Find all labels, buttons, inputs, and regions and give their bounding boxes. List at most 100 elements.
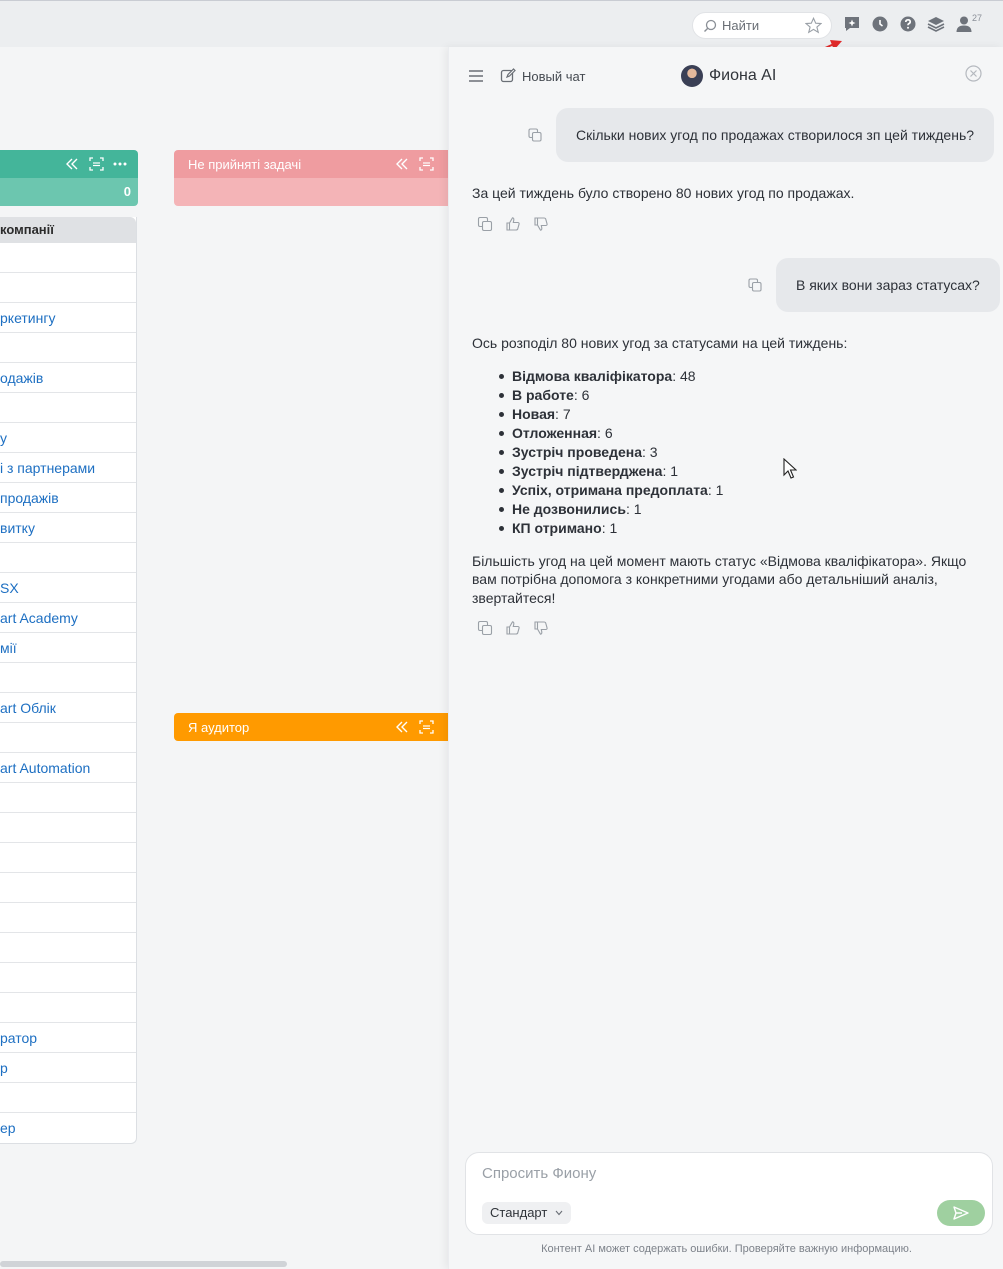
notification-count: 27 (972, 13, 983, 23)
table-row[interactable]: мії (0, 633, 136, 663)
column-counter (174, 178, 448, 206)
thumbs-down-icon[interactable] (533, 216, 549, 232)
status-count: : 7 (555, 405, 571, 422)
table-row[interactable]: SX (0, 573, 136, 603)
focus-icon[interactable] (419, 156, 434, 172)
thumbs-down-icon[interactable] (533, 620, 549, 636)
copy-icon[interactable] (528, 128, 542, 142)
status-count: : 1 (601, 519, 618, 536)
menu-icon[interactable] (468, 69, 484, 83)
column-title: Не прийняті задачі (188, 157, 302, 172)
table-row[interactable]: ер (0, 1113, 136, 1143)
focus-icon[interactable] (419, 719, 434, 735)
copy-icon[interactable] (477, 620, 493, 636)
table-row[interactable] (0, 783, 136, 813)
status-count: : 1 (662, 462, 679, 479)
table-row[interactable] (0, 933, 136, 963)
top-bar: Найти 27 (0, 0, 1003, 47)
status-count: : 48 (672, 367, 696, 384)
clock-icon[interactable] (871, 15, 889, 33)
status-label: Отложенная (512, 424, 598, 441)
thumbs-up-icon[interactable] (505, 620, 521, 636)
column-count: 0 (123, 184, 131, 199)
table-row[interactable] (0, 843, 136, 873)
table-row[interactable] (0, 333, 136, 363)
status-item: Відмова кваліфікатора: 48 (472, 367, 972, 386)
table-row[interactable] (0, 1083, 136, 1113)
mode-select[interactable]: Стандарт (482, 1202, 572, 1224)
status-item: Новая: 7 (472, 405, 972, 424)
table-row[interactable]: у (0, 423, 136, 453)
table-row[interactable]: одажів (0, 363, 136, 393)
copy-icon[interactable] (748, 278, 762, 292)
column-header-green (0, 150, 138, 178)
chat-input[interactable]: Спросить Фиону (482, 1165, 596, 1182)
table-row[interactable] (0, 813, 136, 843)
status-count: : 1 (625, 500, 642, 517)
mouse-cursor-icon (783, 458, 797, 479)
table-row[interactable] (0, 273, 136, 303)
status-label: Новая (512, 405, 556, 422)
user-message: В яких вони зараз статусах? (776, 258, 1000, 312)
status-item: Зустріч проведена: 3 (472, 443, 972, 462)
table-row[interactable]: ратор (0, 1023, 136, 1053)
status-item: Не дозвонились: 1 (472, 500, 972, 519)
table-row[interactable] (0, 873, 136, 903)
chevron-down-icon (555, 1210, 563, 1216)
collapse-icon[interactable] (65, 156, 79, 172)
help-icon[interactable] (899, 15, 917, 33)
table-row[interactable] (0, 393, 136, 423)
close-icon[interactable] (965, 65, 982, 82)
horizontal-scrollbar[interactable] (0, 1261, 287, 1267)
focus-icon[interactable] (89, 156, 104, 172)
mode-label: Стандарт (490, 1205, 548, 1220)
send-icon (953, 1206, 969, 1220)
table-row[interactable]: витку (0, 513, 136, 543)
collapse-icon[interactable] (395, 719, 409, 735)
table-row[interactable] (0, 963, 136, 993)
collapse-icon[interactable] (395, 156, 409, 172)
table-header: компанії (0, 217, 136, 243)
layers-icon[interactable] (927, 15, 945, 33)
table-row[interactable]: продажів (0, 483, 136, 513)
send-button[interactable] (937, 1200, 985, 1226)
assistant-message: Ось розподіл 80 нових угод за статусами … (472, 334, 972, 607)
status-item: КП отримано: 1 (472, 519, 972, 538)
table-row[interactable]: р (0, 1053, 136, 1083)
table-row[interactable] (0, 903, 136, 933)
table-row[interactable] (0, 663, 136, 693)
status-count: : 3 (642, 443, 658, 460)
table-row[interactable]: art Облік (0, 693, 136, 723)
edit-icon (500, 68, 516, 83)
status-label: Відмова кваліфікатора (512, 367, 673, 384)
column-title: Я аудитор (188, 720, 250, 735)
answer-intro: Ось розподіл 80 нових угод за статусами … (472, 335, 848, 351)
table-row[interactable]: art Academy (0, 603, 136, 633)
star-icon[interactable] (805, 17, 822, 34)
table-row[interactable] (0, 543, 136, 573)
ai-chat-panel: Новый чат Фиона AI Скільки нових угод по… (448, 47, 1003, 1269)
copy-icon[interactable] (477, 216, 493, 232)
table-row[interactable] (0, 993, 136, 1023)
status-item: В работе: 6 (472, 386, 972, 405)
search-input[interactable]: Найти (722, 18, 759, 33)
table-row[interactable] (0, 243, 136, 273)
status-label: КП отримано (512, 519, 602, 536)
table-row[interactable]: і з партнерами (0, 453, 136, 483)
table-row[interactable]: art Automation (0, 753, 136, 783)
search-box[interactable]: Найти (692, 12, 832, 39)
status-label: Не дозвонились (512, 500, 626, 517)
table-row[interactable] (0, 723, 136, 753)
status-label: Зустріч проведена (512, 443, 642, 460)
table-row[interactable]: ркетингу (0, 303, 136, 333)
user-icon[interactable] (955, 15, 973, 33)
status-label: В работе (512, 386, 574, 403)
more-icon[interactable] (113, 156, 127, 172)
task-board: 0 Не прийняті задачі Я аудитор компанії … (0, 47, 448, 1269)
status-list: Відмова кваліфікатора: 48 В работе: 6 Нова… (472, 367, 972, 538)
assistant-message: За цей тиждень було створено 80 нових уг… (472, 185, 855, 201)
status-count: : 6 (597, 424, 613, 441)
ai-chat-icon[interactable] (843, 15, 861, 33)
chat-composer: Спросить Фиону Стандарт (465, 1152, 993, 1235)
thumbs-up-icon[interactable] (505, 216, 521, 232)
